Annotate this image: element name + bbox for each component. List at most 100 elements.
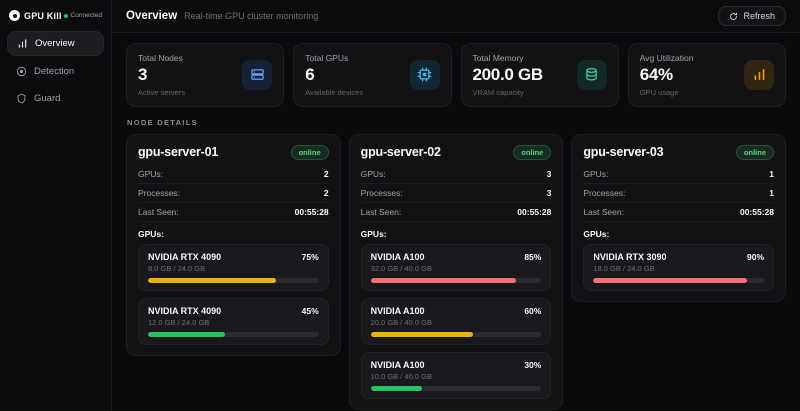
stat-card-total-gpus: Total GPUs 6 Available devices (293, 43, 451, 107)
node-processes-row: Processes: 1 (583, 184, 774, 203)
gpu-usage-bar (371, 278, 542, 283)
stat-caption: Active servers (138, 88, 185, 97)
gpu-name: NVIDIA RTX 4090 (148, 252, 221, 262)
node-name: gpu-server-02 (361, 145, 441, 159)
node-card-gpu-server-03: gpu-server-03 online GPUs: 1 Processes: … (571, 134, 786, 302)
connection-label: Connected (71, 12, 102, 19)
node-name: gpu-server-01 (138, 145, 218, 159)
stat-value: 3 (138, 66, 185, 85)
sidebar-nav: Overview Detection Guard (7, 31, 104, 110)
gpu-utilization: 45% (302, 306, 319, 316)
gpu-usage-bar-fill (371, 386, 422, 391)
gpu-item: NVIDIA A100 30% 10.0 GB / 40.0 GB (361, 352, 552, 399)
gpu-utilization: 75% (302, 252, 319, 262)
node-card-gpu-server-02: gpu-server-02 online GPUs: 3 Processes: … (349, 134, 564, 410)
gpu-name: NVIDIA A100 (371, 360, 425, 370)
sidebar-item-label: Overview (35, 38, 75, 49)
node-last-seen-row: Last Seen: 00:55:28 (138, 203, 329, 222)
stat-card-total-nodes: Total Nodes 3 Active servers (126, 43, 284, 107)
gpu-usage-bar-fill (148, 278, 276, 283)
stat-caption: Available devices (305, 88, 363, 97)
database-icon (577, 60, 607, 90)
stat-card-total-memory: Total Memory 200.0 GB VRAM capacity (461, 43, 619, 107)
page-header: Overview Real-time GPU cluster monitorin… (112, 0, 800, 33)
node-gpus-row: GPUs: 1 (583, 165, 774, 184)
bar-chart-icon (744, 60, 774, 90)
gpu-name: NVIDIA RTX 4090 (148, 306, 221, 316)
radar-icon (16, 66, 27, 77)
gpu-usage-bar (148, 332, 319, 337)
gpu-utilization: 30% (524, 360, 541, 370)
connected-dot-icon (64, 14, 68, 18)
refresh-icon (729, 12, 738, 21)
sidebar: GPU Kill Connected Overview Detection Gu… (0, 0, 112, 411)
stat-caption: GPU usage (640, 88, 694, 97)
bar-chart-icon (17, 38, 28, 49)
page-title: Overview (126, 10, 177, 22)
gpu-name: NVIDIA RTX 3090 (593, 252, 666, 262)
gpu-memory: 12.0 GB / 24.0 GB (148, 318, 319, 327)
gpu-item: NVIDIA RTX 4090 75% 8.0 GB / 24.0 GB (138, 244, 329, 291)
gpu-utilization: 85% (524, 252, 541, 262)
gpu-usage-bar (593, 278, 764, 283)
gpu-usage-bar-fill (593, 278, 747, 283)
stat-label: Total Memory (473, 53, 543, 63)
gpu-list-label: GPUs: (138, 229, 329, 239)
node-details-section-label: NODE DETAILS (127, 118, 785, 127)
gpu-utilization: 60% (524, 306, 541, 316)
gpu-usage-bar (371, 386, 542, 391)
gpu-chip-icon (410, 60, 440, 90)
stats-row: Total Nodes 3 Active servers Total GPUs … (126, 43, 786, 107)
refresh-button[interactable]: Refresh (718, 6, 786, 26)
status-badge: online (291, 145, 329, 160)
stat-value: 200.0 GB (473, 66, 543, 85)
gpu-item: NVIDIA RTX 4090 45% 12.0 GB / 24.0 GB (138, 298, 329, 345)
gpu-utilization: 90% (747, 252, 764, 262)
stat-value: 64% (640, 66, 694, 85)
gpu-usage-bar (371, 332, 542, 337)
gpu-memory: 8.0 GB / 24.0 GB (148, 264, 319, 273)
content: Total Nodes 3 Active servers Total GPUs … (112, 33, 800, 411)
gpu-item: NVIDIA A100 60% 20.0 GB / 40.0 GB (361, 298, 552, 345)
gpu-item: NVIDIA RTX 3090 90% 18.0 GB / 24.0 GB (583, 244, 774, 291)
gpu-name: NVIDIA A100 (371, 306, 425, 316)
gpu-memory: 20.0 GB / 40.0 GB (371, 318, 542, 327)
refresh-label: Refresh (743, 11, 775, 21)
gpu-usage-bar-fill (371, 278, 516, 283)
stat-label: Total Nodes (138, 53, 185, 63)
app-window: GPU Kill Connected Overview Detection Gu… (0, 0, 800, 411)
gpu-list-label: GPUs: (583, 229, 774, 239)
gpu-name: NVIDIA A100 (371, 252, 425, 262)
gpu-usage-bar-fill (371, 332, 473, 337)
stat-value: 6 (305, 66, 363, 85)
gpu-memory: 32.0 GB / 40.0 GB (371, 264, 542, 273)
sidebar-item-guard[interactable]: Guard (7, 87, 104, 110)
node-last-seen-row: Last Seen: 00:55:28 (361, 203, 552, 222)
gpu-memory: 10.0 GB / 40.0 GB (371, 372, 542, 381)
stat-caption: VRAM capacity (473, 88, 543, 97)
gpu-usage-bar-fill (148, 332, 225, 337)
page-subtitle: Real-time GPU cluster monitoring (184, 11, 318, 21)
node-cards-row: gpu-server-01 online GPUs: 2 Processes: … (126, 134, 786, 410)
node-name: gpu-server-03 (583, 145, 663, 159)
server-icon (242, 60, 272, 90)
gpu-list-label: GPUs: (361, 229, 552, 239)
logo-row: GPU Kill Connected (7, 8, 104, 31)
stat-label: Total GPUs (305, 53, 363, 63)
gpu-memory: 18.0 GB / 24.0 GB (593, 264, 764, 273)
app-title: GPU Kill (24, 11, 62, 21)
sidebar-item-label: Guard (34, 93, 60, 104)
node-gpus-row: GPUs: 3 (361, 165, 552, 184)
stat-card-avg-utilization: Avg Utilization 64% GPU usage (628, 43, 786, 107)
node-card-gpu-server-01: gpu-server-01 online GPUs: 2 Processes: … (126, 134, 341, 356)
sidebar-item-label: Detection (34, 66, 74, 77)
node-processes-row: Processes: 2 (138, 184, 329, 203)
gpu-usage-bar (148, 278, 319, 283)
main-area: Overview Real-time GPU cluster monitorin… (112, 0, 800, 411)
sidebar-item-detection[interactable]: Detection (7, 60, 104, 83)
gpu-item: NVIDIA A100 85% 32.0 GB / 40.0 GB (361, 244, 552, 291)
node-last-seen-row: Last Seen: 00:55:28 (583, 203, 774, 222)
node-gpus-row: GPUs: 2 (138, 165, 329, 184)
app-logo-icon (9, 10, 20, 21)
sidebar-item-overview[interactable]: Overview (7, 31, 104, 56)
